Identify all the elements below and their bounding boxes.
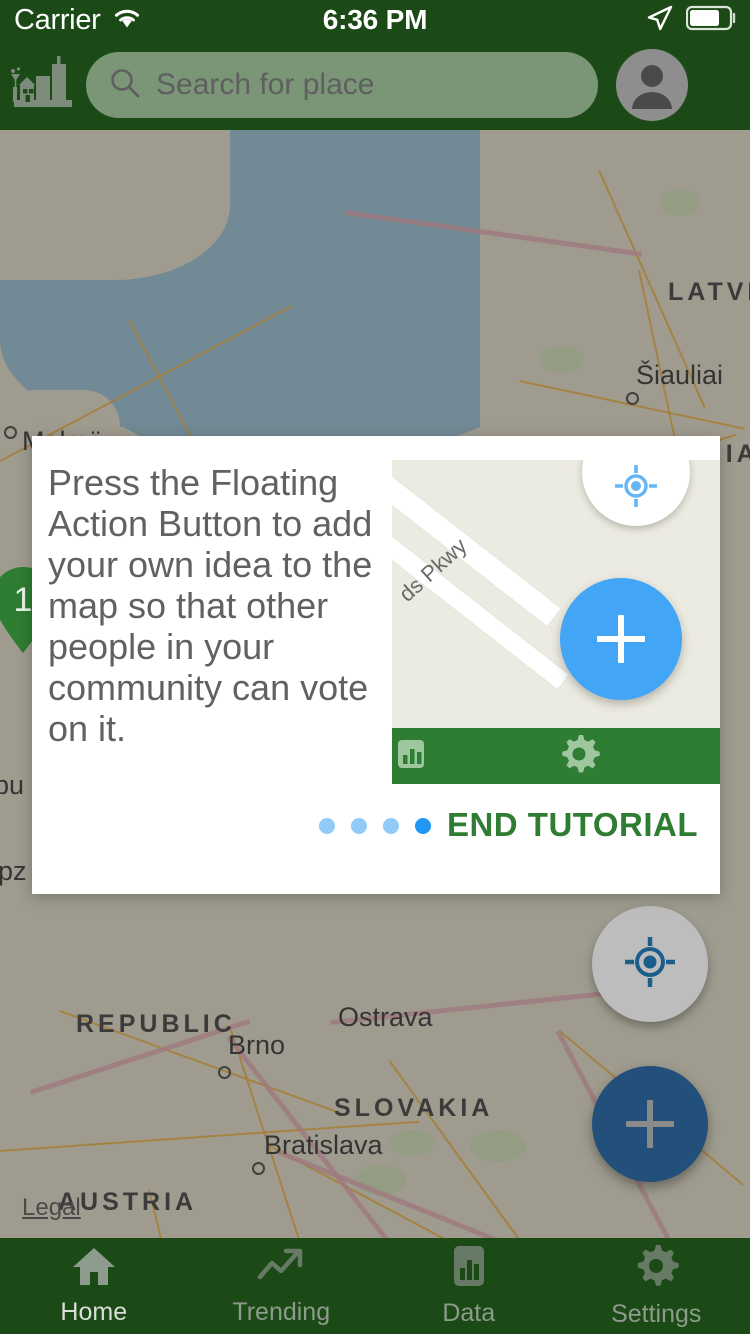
my-location-button[interactable] bbox=[592, 906, 708, 1022]
add-idea-button[interactable] bbox=[592, 1066, 708, 1182]
map-forest-4 bbox=[470, 1130, 526, 1162]
tutorial-card: Press the Floating Action Button to add … bbox=[32, 436, 720, 894]
map-label-city: Bratislava bbox=[264, 1130, 383, 1160]
map-label-city: Brno bbox=[228, 1030, 286, 1060]
nav-item-data[interactable]: Data bbox=[375, 1238, 563, 1334]
tutorial-text: Press the Floating Action Button to add … bbox=[48, 462, 373, 749]
map-land-scandinavia bbox=[0, 130, 230, 280]
location-arrow-icon bbox=[644, 3, 674, 38]
my-location-icon bbox=[623, 935, 677, 994]
map-label-country: SLOVAKIA bbox=[334, 1094, 494, 1122]
page-dot-3[interactable] bbox=[383, 818, 399, 834]
tutorial-footer: END TUTORIAL bbox=[32, 784, 720, 894]
trending-up-icon bbox=[257, 1245, 305, 1292]
nav-label-trending: Trending bbox=[232, 1298, 331, 1326]
nav-item-settings[interactable]: Settings bbox=[563, 1238, 750, 1334]
bar-chart-icon bbox=[398, 737, 430, 776]
map-legal-link[interactable]: Legal bbox=[22, 1194, 81, 1222]
battery-icon bbox=[685, 5, 738, 36]
map-city-dot bbox=[252, 1162, 265, 1175]
svg-text:1: 1 bbox=[14, 581, 33, 619]
map-city-dot bbox=[4, 426, 17, 439]
map-forest-5 bbox=[390, 1130, 434, 1156]
map-label-city: Šiauliai bbox=[636, 360, 724, 390]
thumbnail-bottom-nav bbox=[392, 728, 720, 784]
map-label-country: REPUBLIC bbox=[76, 1010, 236, 1038]
plus-icon bbox=[597, 615, 645, 663]
end-tutorial-button[interactable]: END TUTORIAL bbox=[447, 806, 698, 844]
person-avatar-icon[interactable] bbox=[616, 49, 688, 121]
search-placeholder: Search for place bbox=[156, 68, 375, 101]
tutorial-thumbnail: ds Pkwy bbox=[392, 460, 720, 784]
map-forest-1 bbox=[540, 345, 584, 373]
status-bar: Carrier 6:36 PM bbox=[0, 0, 750, 40]
nav-label-data: Data bbox=[442, 1299, 496, 1327]
gear-icon bbox=[633, 1243, 679, 1294]
status-bar-right bbox=[644, 3, 738, 38]
plus-icon bbox=[626, 1100, 674, 1148]
page-dot-4[interactable] bbox=[415, 818, 431, 834]
tutorial-page-dots[interactable] bbox=[319, 818, 431, 834]
bar-chart-icon bbox=[448, 1244, 490, 1293]
thumbnail-add-button bbox=[560, 578, 682, 700]
page-dot-1[interactable] bbox=[319, 818, 335, 834]
nav-item-home[interactable]: Home bbox=[0, 1238, 188, 1334]
nav-label-home: Home bbox=[60, 1298, 128, 1326]
page-dot-2[interactable] bbox=[351, 818, 367, 834]
nav-item-trending[interactable]: Trending bbox=[188, 1238, 376, 1334]
map-city-dot bbox=[218, 1066, 231, 1079]
search-icon bbox=[108, 66, 142, 105]
home-icon bbox=[72, 1245, 116, 1292]
nav-label-settings: Settings bbox=[611, 1300, 702, 1328]
map-label-city: Ostrava bbox=[338, 1002, 433, 1032]
my-location-icon bbox=[613, 463, 659, 514]
bottom-nav: Home Trending Data Settings bbox=[0, 1238, 750, 1334]
tutorial-body: Press the Floating Action Button to add … bbox=[32, 436, 720, 784]
map-city-dot bbox=[626, 392, 639, 405]
map-label-city: ipz bbox=[0, 856, 27, 886]
city-skyline-icon[interactable] bbox=[0, 54, 86, 116]
map-forest-2 bbox=[660, 190, 700, 216]
search-input[interactable]: Search for place bbox=[86, 52, 598, 118]
gear-icon bbox=[558, 733, 600, 780]
app-header: Search for place bbox=[0, 40, 750, 130]
thumbnail-my-location-button bbox=[582, 460, 690, 526]
status-bar-clock: 6:36 PM bbox=[322, 4, 428, 35]
map-label-city: bu bbox=[0, 770, 25, 800]
map-label-country: LATVI bbox=[668, 278, 750, 306]
